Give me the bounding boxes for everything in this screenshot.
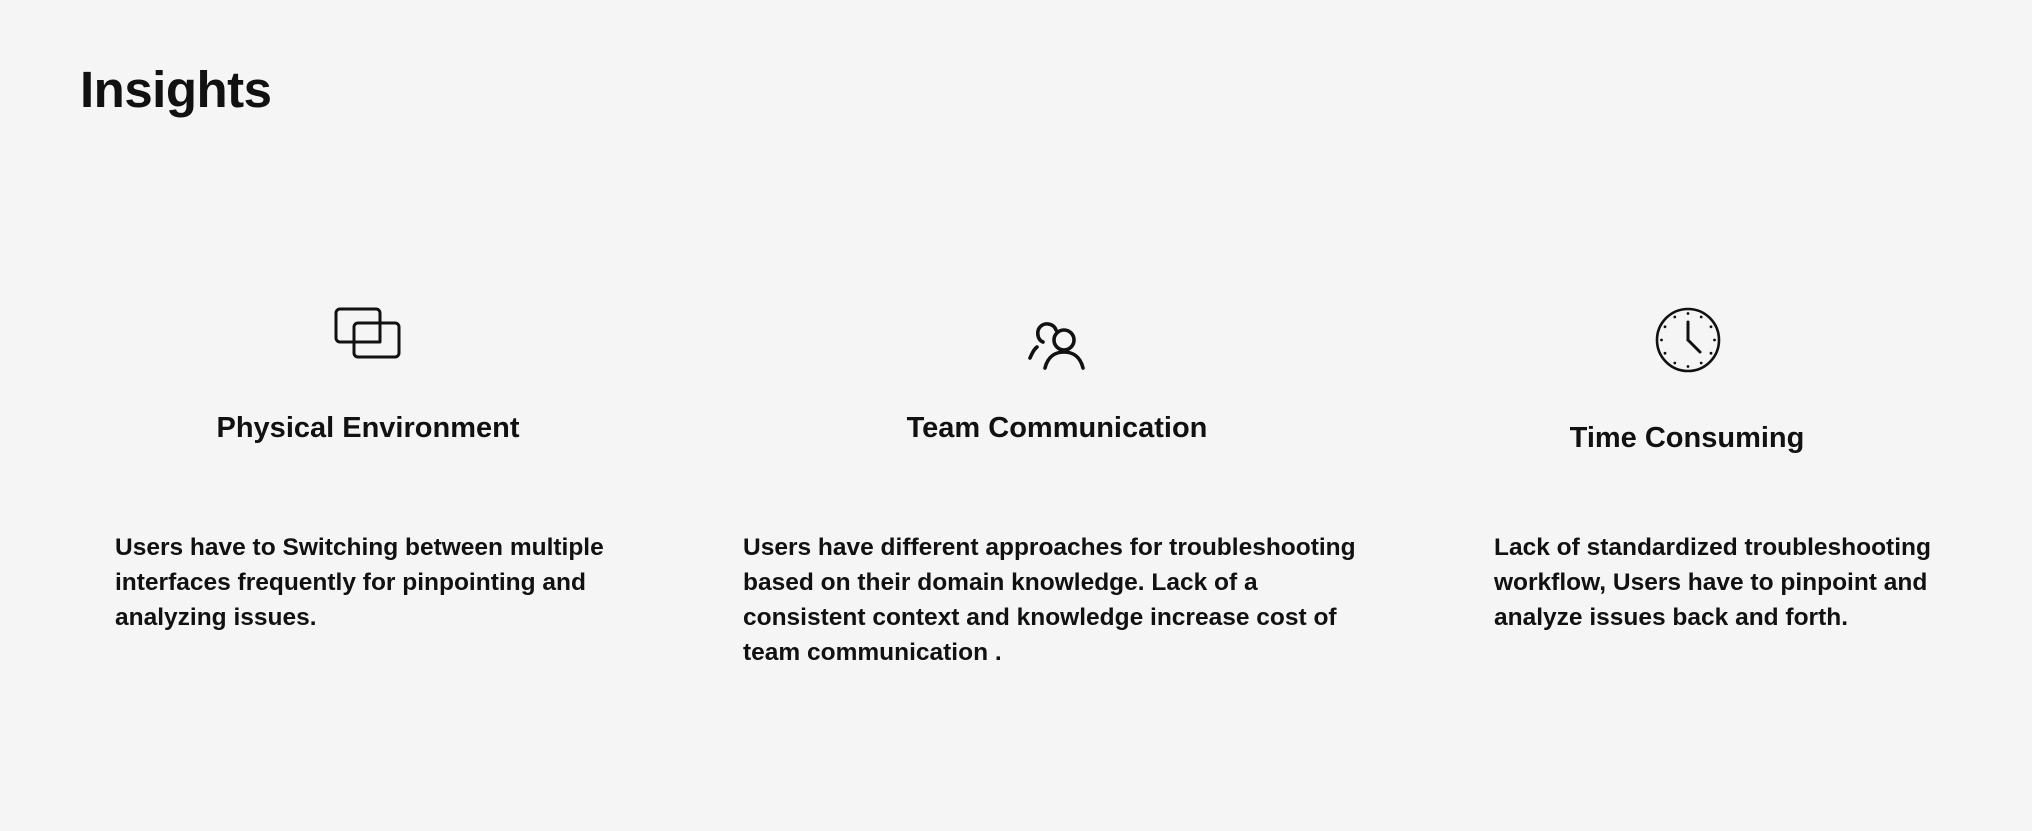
page-title: Insights xyxy=(80,61,272,118)
clock-icon xyxy=(1653,305,1723,375)
overlapping-windows-icon xyxy=(333,305,403,375)
card-title-time-consuming: Time Consuming xyxy=(1569,422,1805,454)
card-description-team-communication: Users have different approaches for trou… xyxy=(743,534,1356,666)
card-title-team-communication: Team Communication xyxy=(906,412,1208,444)
card-description-physical-environment: Users have to Switching between multiple… xyxy=(115,534,604,631)
users-icon xyxy=(1023,308,1093,378)
card-description-time-consuming: Lack of standardized troubleshooting wor… xyxy=(1494,534,1931,631)
card-title-physical-environment: Physical Environment xyxy=(216,412,520,444)
